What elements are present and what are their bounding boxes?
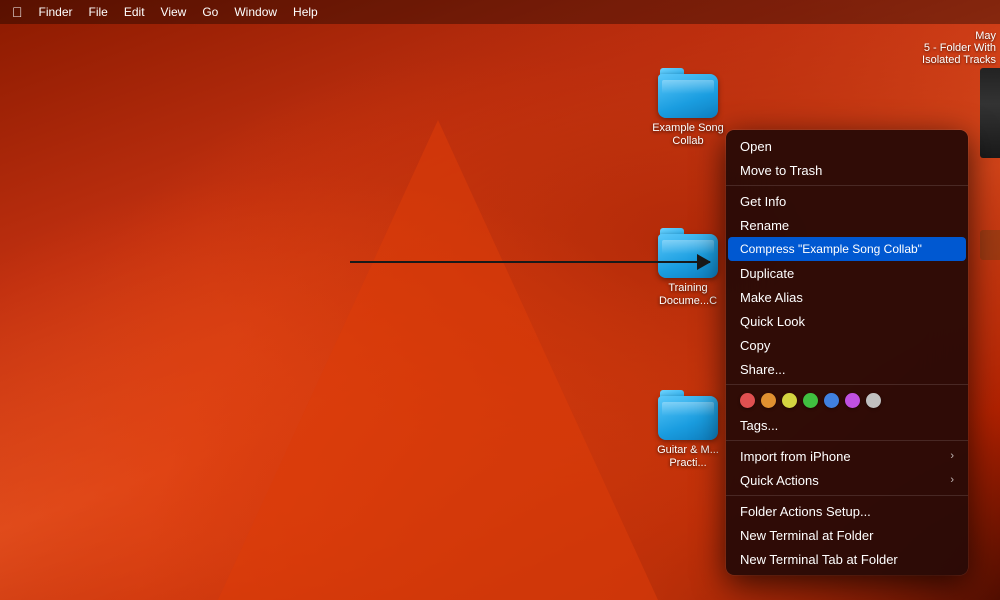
top-right-info: May 5 - Folder With Isolated Tracks: [922, 30, 996, 66]
color-dot-green[interactable]: [803, 393, 818, 408]
view-menu[interactable]: View: [161, 5, 187, 19]
go-menu[interactable]: Go: [202, 5, 218, 19]
color-dot-red[interactable]: [740, 393, 755, 408]
menu-item-duplicate-label: Duplicate: [740, 266, 794, 281]
color-dot-purple[interactable]: [845, 393, 860, 408]
quick-actions-chevron-icon: ›: [950, 474, 954, 486]
folder-icon-training-docs[interactable]: TrainingDocume...C: [648, 228, 728, 308]
menu-separator-1: [726, 185, 968, 186]
menu-item-make-alias-label: Make Alias: [740, 290, 803, 305]
menu-item-import-iphone[interactable]: Import from iPhone ›: [726, 444, 968, 468]
apple-menu-icon[interactable]: : [12, 4, 23, 20]
folder-name-1: 5 - Folder With: [922, 42, 996, 54]
menu-item-quick-actions-label: Quick Actions: [740, 473, 819, 488]
finder-menu[interactable]: Finder: [39, 5, 73, 19]
menu-item-duplicate[interactable]: Duplicate: [726, 261, 968, 285]
menu-item-new-terminal-tab-label: New Terminal Tab at Folder: [740, 552, 898, 567]
menu-item-share-label: Share...: [740, 362, 786, 377]
menu-item-new-terminal[interactable]: New Terminal at Folder: [726, 523, 968, 547]
edit-menu[interactable]: Edit: [124, 5, 145, 19]
menu-item-folder-actions-label: Folder Actions Setup...: [740, 504, 871, 519]
menu-item-trash-label: Move to Trash: [740, 163, 822, 178]
color-dot-gray[interactable]: [866, 393, 881, 408]
menu-item-copy[interactable]: Copy: [726, 333, 968, 357]
menu-separator-3: [726, 440, 968, 441]
folder-label-guitar-practice: Guitar & M...Practi...: [657, 444, 719, 470]
menu-item-open-label: Open: [740, 139, 772, 154]
menu-item-rename[interactable]: Rename: [726, 213, 968, 237]
menu-item-compress[interactable]: Compress "Example Song Collab": [728, 237, 966, 261]
menu-item-make-alias[interactable]: Make Alias: [726, 285, 968, 309]
menu-item-copy-label: Copy: [740, 338, 770, 353]
menubar:  Finder File Edit View Go Window Help: [0, 0, 1000, 24]
folder-name-2: Isolated Tracks: [922, 54, 996, 66]
menu-item-new-terminal-label: New Terminal at Folder: [740, 528, 873, 543]
menu-item-get-info[interactable]: Get Info: [726, 189, 968, 213]
right-thumbnail-1: [980, 68, 1000, 158]
menu-item-compress-label: Compress "Example Song Collab": [740, 242, 922, 256]
menu-item-new-terminal-tab[interactable]: New Terminal Tab at Folder: [726, 547, 968, 571]
menu-separator-4: [726, 495, 968, 496]
folder-label-training-docs: TrainingDocume...C: [659, 282, 717, 308]
folder-label-example-collab: Example SongCollab: [652, 122, 724, 148]
right-thumbnail-2: [980, 230, 1000, 260]
context-menu: Open Move to Trash Get Info Rename Compr…: [726, 130, 968, 575]
menu-item-quick-look-label: Quick Look: [740, 314, 805, 329]
desktop:  Finder File Edit View Go Window Help M…: [0, 0, 1000, 600]
import-iphone-chevron-icon: ›: [950, 450, 954, 462]
menu-item-tags-label: Tags...: [740, 418, 778, 433]
help-menu[interactable]: Help: [293, 5, 318, 19]
menubar-items: Finder File Edit View Go Window Help: [39, 5, 318, 19]
menu-item-folder-actions[interactable]: Folder Actions Setup...: [726, 499, 968, 523]
folder-icon-guitar-practice[interactable]: Guitar & M...Practi...: [648, 390, 728, 470]
file-menu[interactable]: File: [89, 5, 108, 19]
menu-item-quick-look[interactable]: Quick Look: [726, 309, 968, 333]
color-dot-blue[interactable]: [824, 393, 839, 408]
menu-item-rename-label: Rename: [740, 218, 789, 233]
menu-item-get-info-label: Get Info: [740, 194, 786, 209]
arrow: [350, 261, 710, 263]
menu-item-quick-actions[interactable]: Quick Actions ›: [726, 468, 968, 492]
menu-item-move-to-trash[interactable]: Move to Trash: [726, 158, 968, 182]
menu-separator-2: [726, 384, 968, 385]
color-tags-row: [726, 388, 968, 413]
folder-icon-example-collab[interactable]: Example SongCollab: [648, 68, 728, 148]
window-menu[interactable]: Window: [234, 5, 277, 19]
background-triangle: [218, 120, 658, 600]
menu-item-tags[interactable]: Tags...: [726, 413, 968, 437]
menu-item-open[interactable]: Open: [726, 134, 968, 158]
menu-item-share[interactable]: Share...: [726, 357, 968, 381]
color-dot-orange[interactable]: [761, 393, 776, 408]
month-label: May: [922, 30, 996, 42]
color-dot-yellow[interactable]: [782, 393, 797, 408]
menu-item-import-iphone-label: Import from iPhone: [740, 449, 851, 464]
